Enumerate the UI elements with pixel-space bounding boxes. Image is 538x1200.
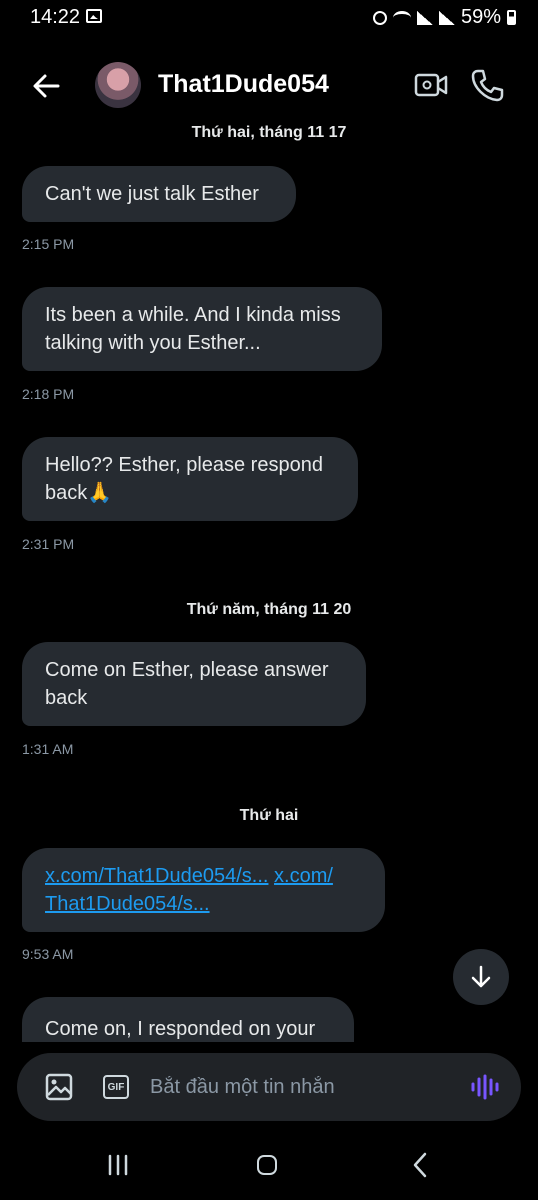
gif-icon[interactable]: GIF <box>103 1075 129 1099</box>
signal-icon <box>416 10 433 25</box>
date-separator: Thứ hai <box>239 807 299 824</box>
gallery-notification-icon <box>86 9 102 23</box>
wifi-icon <box>392 10 411 25</box>
message-timestamp: 1:31 AM <box>22 741 74 757</box>
back-arrow-icon[interactable] <box>30 70 62 102</box>
message-text: Can't we just talk Esther <box>45 183 259 205</box>
home-icon[interactable] <box>257 1155 277 1175</box>
date-separator: Thứ hai, tháng 11 17 <box>191 124 347 141</box>
message-bubble[interactable]: Come on Esther, please answer back <box>22 642 366 726</box>
message-input[interactable] <box>150 1070 450 1104</box>
message-text: Hello?? Esther, please respond <box>45 454 323 476</box>
message-link[interactable]: That1Dude054/s... <box>45 893 210 915</box>
alarm-icon <box>372 10 387 25</box>
message-bubble[interactable]: Can't we just talk Esther <box>22 166 296 222</box>
battery-icon <box>507 10 516 25</box>
message-timestamp: 2:15 PM <box>22 236 75 252</box>
message-text: Come on Esther, please answer <box>45 659 329 681</box>
status-indicators: 59% <box>372 6 516 29</box>
contact-name[interactable]: That1Dude054 <box>158 70 329 99</box>
image-icon[interactable] <box>45 1073 73 1101</box>
nav-back-icon[interactable] <box>410 1152 430 1178</box>
scroll-to-bottom-button[interactable] <box>453 949 509 1005</box>
avatar[interactable] <box>95 62 141 108</box>
message-text: back🙏 <box>45 482 113 504</box>
voice-message-icon[interactable] <box>470 1074 500 1100</box>
message-text: back <box>45 687 88 709</box>
message-text: Its been a while. And I kinda miss <box>45 304 341 326</box>
message-bubble[interactable]: Hello?? Esther, please respond back🙏 <box>22 437 358 521</box>
status-bar: 14:22 59% <box>0 0 538 36</box>
message-timestamp: 2:18 PM <box>22 386 75 402</box>
arrow-down-icon <box>471 965 491 988</box>
video-call-icon[interactable] <box>414 70 448 100</box>
phone-call-icon[interactable] <box>470 68 504 102</box>
message-timestamp: 9:53 AM <box>22 946 74 962</box>
message-bubble[interactable]: Its been a while. And I kinda miss talki… <box>22 287 382 371</box>
message-timestamp: 2:31 PM <box>22 536 75 552</box>
message-link[interactable]: x.com/ <box>274 865 333 887</box>
signal-2-icon <box>438 10 455 25</box>
recent-apps-icon[interactable] <box>107 1154 129 1176</box>
status-time: 14:22 <box>30 6 81 28</box>
message-text: talking with you Esther... <box>45 332 261 354</box>
message-text: Come on, I responded on your <box>45 1018 316 1040</box>
battery-percent: 59% <box>460 6 501 28</box>
message-bubble[interactable]: x.com/That1Dude054/s... x.com/ That1Dude… <box>22 848 385 932</box>
message-link[interactable]: x.com/That1Dude054/s... <box>45 865 268 887</box>
date-separator: Thứ năm, tháng 11 20 <box>186 601 352 618</box>
